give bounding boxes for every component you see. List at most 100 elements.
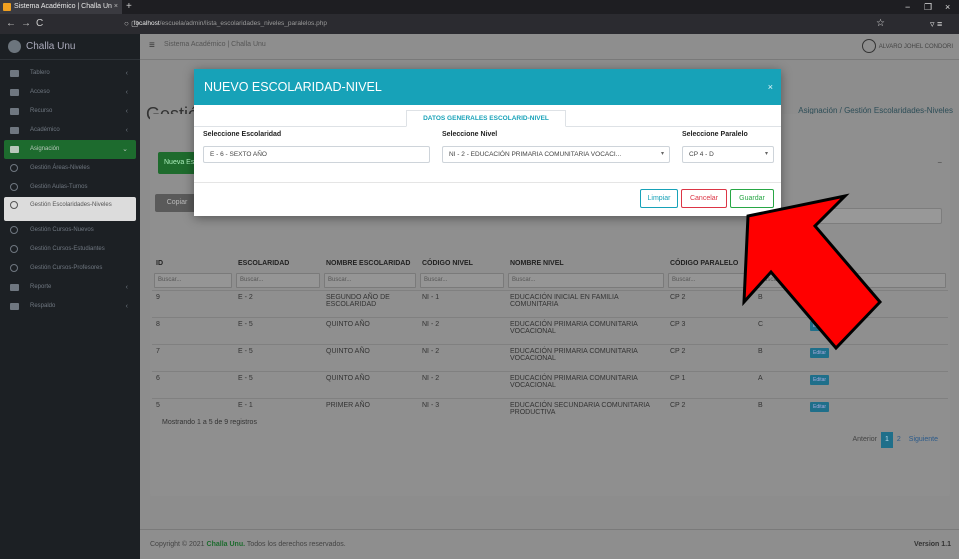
escolaridad-select[interactable]: E - 6 - SEXTO AÑO: [203, 146, 430, 163]
sidebar-item-aulas-turnos[interactable]: Gestión Aulas-Turnos: [4, 178, 136, 197]
cell-id: 8: [152, 316, 234, 344]
sidebar-item-acceso[interactable]: Acceso ‹: [4, 83, 136, 102]
user-avatar-icon: [861, 39, 876, 54]
sidebar-item-label: Gestión Cursos-Estudiantes: [30, 246, 105, 252]
circle-icon: [10, 183, 18, 191]
close-tab-icon[interactable]: ×: [114, 0, 118, 14]
circle-icon: [10, 245, 18, 253]
sidebar-item-asignacion[interactable]: Asignación ⌄: [4, 140, 136, 159]
modal-close-icon[interactable]: ×: [768, 69, 773, 105]
sidebar-item-respaldo[interactable]: Respaldo ‹: [4, 297, 136, 316]
minimize-window-icon[interactable]: −: [905, 0, 910, 14]
report-icon: [10, 284, 19, 291]
nivel-select[interactable]: NI - 2 - EDUCACIÓN PRIMARIA COMUNITARIA …: [442, 146, 670, 163]
paralelo-select[interactable]: CP 4 - D ▾: [682, 146, 774, 163]
cell-id: 6: [152, 370, 234, 398]
url-field[interactable]: localhost/escuela/admin/lista_escolarida…: [134, 14, 327, 34]
column-filter-input[interactable]: Buscar...: [508, 273, 664, 288]
save-button[interactable]: Guardar: [730, 189, 774, 208]
browser-tabbar: Sistema Académico | Challa Un × + − ❐ ×: [0, 0, 959, 14]
sidebar-item-reporte[interactable]: Reporte ‹: [4, 278, 136, 297]
address-bar: ←→C ○ ▢ localhost/escuela/admin/lista_es…: [0, 14, 959, 34]
cell-nombre-nivel: EDUCACIÓN INICIAL EN FAMILIA COMUNITARIA: [506, 289, 666, 317]
sidebar-item-areas-niveles[interactable]: Gestión Áreas-Niveles: [4, 159, 136, 178]
sidebar-item-label: Acceso: [30, 89, 50, 95]
brand-name: Challa Unu: [26, 41, 76, 52]
sidebar-item-academico[interactable]: Académico ‹: [4, 121, 136, 140]
column-header[interactable]: CÓDIGO PARALELO: [666, 254, 754, 272]
bookmark-star-icon[interactable]: ☆: [876, 14, 885, 34]
nav-buttons[interactable]: ←→C: [6, 14, 48, 34]
edit-button[interactable]: Editar: [810, 293, 830, 304]
cell-nombre-nivel: EDUCACIÓN SECUNDARIA COMUNITARIA PRODUCT…: [506, 397, 666, 425]
maximize-window-icon[interactable]: ❐: [924, 0, 932, 14]
card-collapse-button[interactable]: −: [937, 158, 942, 167]
cell-escolaridad: E - 5: [234, 316, 322, 344]
clear-button[interactable]: Limpiar: [640, 189, 678, 208]
sidebar-item-escolaridades-niveles[interactable]: Gestión Escolaridades-Niveles: [4, 197, 136, 221]
sidebar-item-tablero[interactable]: Tablero ‹: [4, 64, 136, 83]
escolaridad-selected-value: E - 6 - SEXTO AÑO: [210, 151, 267, 158]
footer-brand-link[interactable]: Challa Unu.: [207, 541, 246, 548]
column-header[interactable]: PARALELO: [754, 254, 806, 272]
sidebar-item-cursos-estudiantes[interactable]: Gestión Cursos-Estudiantes: [4, 240, 136, 259]
sidebar-item-label: Tablero: [30, 70, 50, 76]
browser-tab[interactable]: Sistema Académico | Challa Un ×: [0, 0, 122, 14]
column-header[interactable]: NOMBRE ESCOLARIDAD: [322, 254, 418, 272]
footer-copyright: Copyright © 2021: [150, 541, 207, 548]
sidebar-item-recurso[interactable]: Recurso ‹: [4, 102, 136, 121]
data-table: ID ESCOLARIDAD NOMBRE ESCOLARIDAD CÓDIGO…: [152, 254, 948, 425]
circle-icon: [10, 226, 18, 234]
nivel-label: Seleccione Nivel: [442, 131, 498, 138]
new-tab-icon[interactable]: +: [126, 0, 132, 14]
sidebar-item-cursos-profesores[interactable]: Gestión Cursos-Profesores: [4, 259, 136, 278]
url-path: /escuela/admin/lista_escolaridades_nivel…: [159, 20, 327, 27]
column-header[interactable]: NOMBRE NIVEL: [506, 254, 666, 272]
copy-button[interactable]: Copiar: [155, 194, 199, 212]
user-menu[interactable]: ALVARO JOHEL CONDORI: [861, 38, 953, 56]
table-row: 6 E - 5 QUINTO AÑO NI - 2 EDUCACIÓN PRIM…: [152, 370, 948, 398]
cancel-button[interactable]: Cancelar: [681, 189, 727, 208]
sidebar-item-cursos-nuevos[interactable]: Gestión Cursos-Nuevos: [4, 221, 136, 240]
circle-icon: [10, 264, 18, 272]
table-info: Mostrando 1 a 5 de 9 registros: [162, 419, 257, 426]
search-input[interactable]: [814, 208, 942, 224]
column-filter-input[interactable]: Buscar...: [668, 273, 752, 288]
cell-paralelo: B: [754, 343, 806, 371]
column-filter-input[interactable]: Buscar...: [420, 273, 504, 288]
sidebar-item-label: Académico: [30, 127, 60, 133]
cell-codigo-nivel: NI - 2: [418, 343, 506, 371]
dashboard-icon: [10, 70, 19, 77]
edit-button[interactable]: Editar: [810, 320, 830, 331]
cell-paralelo: C: [754, 316, 806, 344]
column-header[interactable]: ID: [152, 254, 234, 272]
pagination-page-2[interactable]: 2: [893, 432, 905, 448]
pagination-previous[interactable]: Anterior: [848, 432, 881, 448]
sidebar-item-label: Gestión Áreas-Niveles: [30, 165, 90, 171]
edit-button[interactable]: Editar: [810, 347, 830, 358]
column-header[interactable]: CÓDIGO NIVEL: [418, 254, 506, 272]
sidebar: Challa Unu Tablero ‹ Acceso ‹ Recurso ‹ Aca…: [0, 34, 140, 559]
cell-paralelo: B: [754, 289, 806, 317]
edit-button[interactable]: Editar: [810, 401, 830, 412]
edit-button[interactable]: Editar: [810, 374, 830, 385]
sidebar-menu: Tablero ‹ Acceso ‹ Recurso ‹ Académico ‹ Asi…: [0, 60, 140, 316]
pagination-next[interactable]: Siguiente: [905, 432, 942, 448]
chevron-left-icon: ‹: [125, 70, 128, 77]
cell-codigo-nivel: NI - 1: [418, 289, 506, 317]
column-filter-input[interactable]: Buscar...: [324, 273, 416, 288]
column-filter-input[interactable]: Buscar...: [756, 273, 804, 288]
sidebar-brand[interactable]: Challa Unu: [0, 34, 140, 60]
close-window-icon[interactable]: ×: [945, 0, 950, 14]
extensions-icon[interactable]: ▿ ≡: [930, 14, 942, 34]
search-label: Buscar:: [784, 213, 808, 220]
column-filter-input[interactable]: Buscar...: [154, 273, 232, 288]
column-header[interactable]: ESCOLARIDAD: [234, 254, 322, 272]
cell-codigo-nivel: NI - 2: [418, 316, 506, 344]
column-filter-input[interactable]: Buscar...: [236, 273, 320, 288]
sidebar-item-label: Recurso: [30, 108, 53, 114]
pagination-page-1[interactable]: 1: [880, 432, 893, 448]
tab-datos-generales[interactable]: DATOS GENERALES ESCOLARID-NIVEL: [406, 110, 566, 127]
column-filter-input[interactable]: Buscar...: [808, 273, 946, 288]
hamburger-menu-icon[interactable]: ≡: [149, 40, 155, 51]
